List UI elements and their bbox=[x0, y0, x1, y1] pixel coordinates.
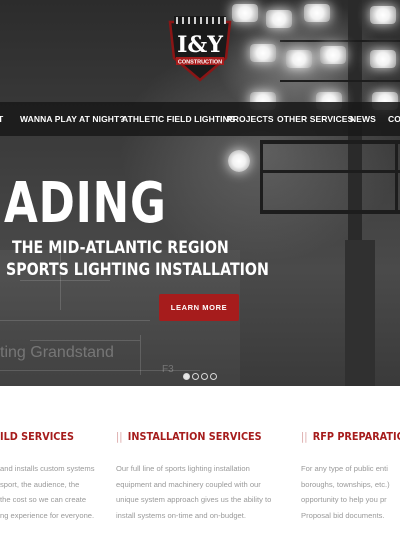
service-body-installation: Our full line of sports lighting install… bbox=[116, 461, 286, 523]
service-line: unique system approach gives us the abil… bbox=[116, 495, 272, 504]
slide-dot-2[interactable] bbox=[192, 373, 199, 380]
services-section: ILD SERVICES and installs custom systems… bbox=[0, 386, 400, 556]
hero-banner: ting Grandstand F3 I&Y CONSTRUCTION T WA… bbox=[0, 0, 400, 386]
service-line: equipment and machinery coupled with our bbox=[116, 479, 261, 489]
light-tower-image bbox=[220, 0, 400, 386]
service-line: install systems on-time and on-budget. bbox=[116, 510, 247, 520]
hero-headline: ADING bbox=[4, 171, 167, 236]
learn-more-button[interactable]: LEARN MORE bbox=[159, 294, 239, 321]
service-line: the cost so we can create bbox=[0, 495, 87, 504]
nav-item-athletic-field-lighting[interactable]: ATHLETIC FIELD LIGHTING bbox=[122, 102, 236, 136]
service-line: boroughs, townships, etc.) bbox=[301, 479, 390, 489]
slide-dot-4[interactable] bbox=[210, 373, 217, 380]
slider-pagination bbox=[183, 373, 217, 380]
service-line: opportunity to help you pr bbox=[301, 495, 387, 504]
blueprint-text: ting Grandstand bbox=[0, 344, 114, 361]
nav-item-projects[interactable]: PROJECTS bbox=[227, 102, 274, 136]
slide-dot-1[interactable] bbox=[183, 373, 190, 380]
svg-text:CONSTRUCTION: CONSTRUCTION bbox=[178, 60, 222, 66]
svg-text:I&Y: I&Y bbox=[177, 32, 223, 58]
service-title-build[interactable]: ILD SERVICES bbox=[0, 430, 74, 443]
service-title-text: RFP PREPARATIONS bbox=[312, 430, 400, 443]
hero-subheadline-2: SPORTS LIGHTING INSTALLATION bbox=[6, 260, 269, 279]
hero-subheadline-1: THE MID-ATLANTIC REGION bbox=[12, 238, 229, 257]
logo-shield-icon: I&Y CONSTRUCTION bbox=[168, 16, 232, 82]
service-line: Our full line of sports lighting install… bbox=[116, 464, 250, 473]
company-logo[interactable]: I&Y CONSTRUCTION bbox=[166, 14, 234, 84]
service-title-rfp[interactable]: || RFP PREPARATIONS bbox=[301, 430, 400, 443]
service-line: For any type of public enti bbox=[301, 464, 388, 473]
divider-bar-icon: || bbox=[116, 430, 123, 443]
service-line: and installs custom systems bbox=[0, 464, 95, 473]
slide-dot-3[interactable] bbox=[201, 373, 208, 380]
service-line: ng experience for everyone. bbox=[0, 510, 95, 520]
nav-item-news[interactable]: NEWS bbox=[350, 102, 376, 136]
service-body-build: and installs custom systems sport, the a… bbox=[0, 461, 100, 523]
divider-bar-icon: || bbox=[301, 430, 308, 443]
nav-item-wanna-play-at-night[interactable]: WANNA PLAY AT NIGHT? bbox=[20, 102, 125, 136]
service-line: Proposal bid documents. bbox=[301, 510, 385, 520]
main-nav: T WANNA PLAY AT NIGHT? ATHLETIC FIELD LI… bbox=[0, 102, 400, 136]
nav-item-partial-left[interactable]: T bbox=[0, 102, 3, 136]
service-body-rfp: For any type of public enti boroughs, to… bbox=[301, 461, 400, 523]
nav-item-other-services[interactable]: OTHER SERVICES bbox=[277, 102, 353, 136]
service-title-installation[interactable]: || INSTALLATION SERVICES bbox=[116, 430, 262, 443]
service-line: sport, the audience, the bbox=[0, 479, 80, 489]
service-title-text: ILD SERVICES bbox=[0, 430, 75, 443]
service-title-text: INSTALLATION SERVICES bbox=[127, 430, 262, 443]
blueprint-label: F3 bbox=[162, 364, 174, 375]
nav-item-partial-right[interactable]: CO bbox=[388, 102, 400, 136]
